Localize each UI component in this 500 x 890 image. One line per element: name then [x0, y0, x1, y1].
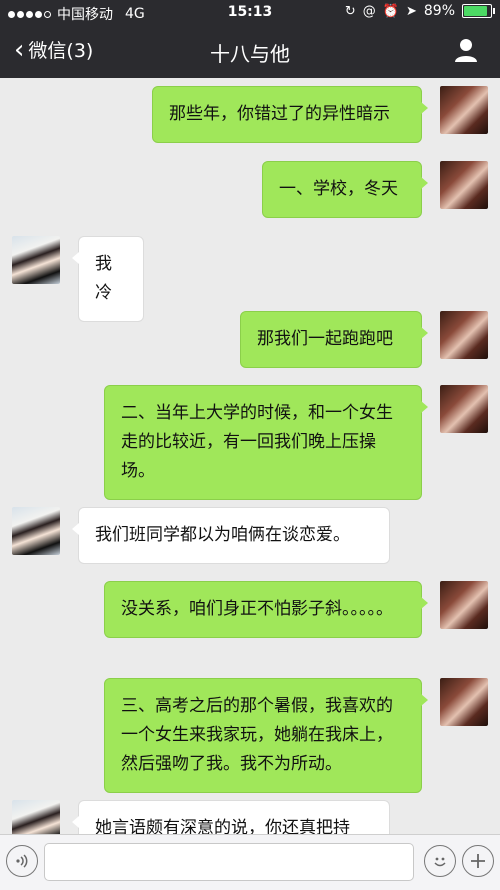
input-bar [0, 834, 500, 890]
message-bubble-received[interactable]: 我们班同学都以为咱俩在谈恋爱。 [72, 507, 390, 564]
message-bubble-sent[interactable]: 二、当年上大学的时候，和一个女生走的比较近，有一回我们晚上压操场。 [104, 385, 428, 500]
my-avatar[interactable] [440, 581, 488, 629]
person-icon[interactable] [452, 36, 480, 64]
chat-title: 十八与他 [210, 42, 290, 66]
location-icon: ➤ [405, 3, 417, 19]
message-bubble-received[interactable]: 我冷 [72, 236, 144, 322]
battery-icon [462, 4, 495, 18]
contact-avatar[interactable] [12, 800, 60, 834]
message-input[interactable] [44, 843, 414, 881]
rotation-lock-icon: ↻ [344, 3, 356, 19]
battery-percent: 89% [423, 3, 455, 19]
voice-icon[interactable] [6, 845, 38, 877]
message-bubble-sent[interactable]: 那我们一起跑跑吧 [240, 311, 428, 368]
alarm-icon: ⏰ [382, 3, 399, 19]
nav-bar: ‹ 微信(3) 十八与他 [0, 24, 500, 78]
my-avatar[interactable] [440, 678, 488, 726]
message-bubble-received[interactable]: 她言语颇有深意的说，你还真把持 [72, 800, 390, 834]
my-avatar[interactable] [440, 311, 488, 359]
header: 中国移动 4G 15:13 ↻ @ ⏰ ➤ 89% ‹ 微信(3) 十八与他 [0, 0, 500, 78]
message-bubble-sent[interactable]: 三、高考之后的那个暑假，我喜欢的一个女生来我家玩，她躺在我床上，然后强吻了我。我… [104, 678, 428, 793]
plus-icon[interactable] [462, 845, 494, 877]
at-icon: @ [362, 3, 376, 19]
message-list[interactable]: 那些年，你错过了的异性暗示 一、学校，冬天 我冷 那我们一起跑跑吧 二、当年上大… [0, 78, 500, 834]
my-avatar[interactable] [440, 161, 488, 209]
my-avatar[interactable] [440, 86, 488, 134]
message-bubble-sent[interactable]: 没关系，咱们身正不怕影子斜。。。。。 [104, 581, 428, 638]
message-bubble-sent[interactable]: 一、学校，冬天 [262, 161, 428, 218]
message-bubble-sent[interactable]: 那些年，你错过了的异性暗示 [152, 86, 428, 143]
emoji-icon[interactable] [424, 845, 456, 877]
my-avatar[interactable] [440, 385, 488, 433]
contact-avatar[interactable] [12, 507, 60, 555]
status-bar: 中国移动 4G 15:13 ↻ @ ⏰ ➤ 89% [0, 0, 500, 24]
contact-avatar[interactable] [12, 236, 60, 284]
